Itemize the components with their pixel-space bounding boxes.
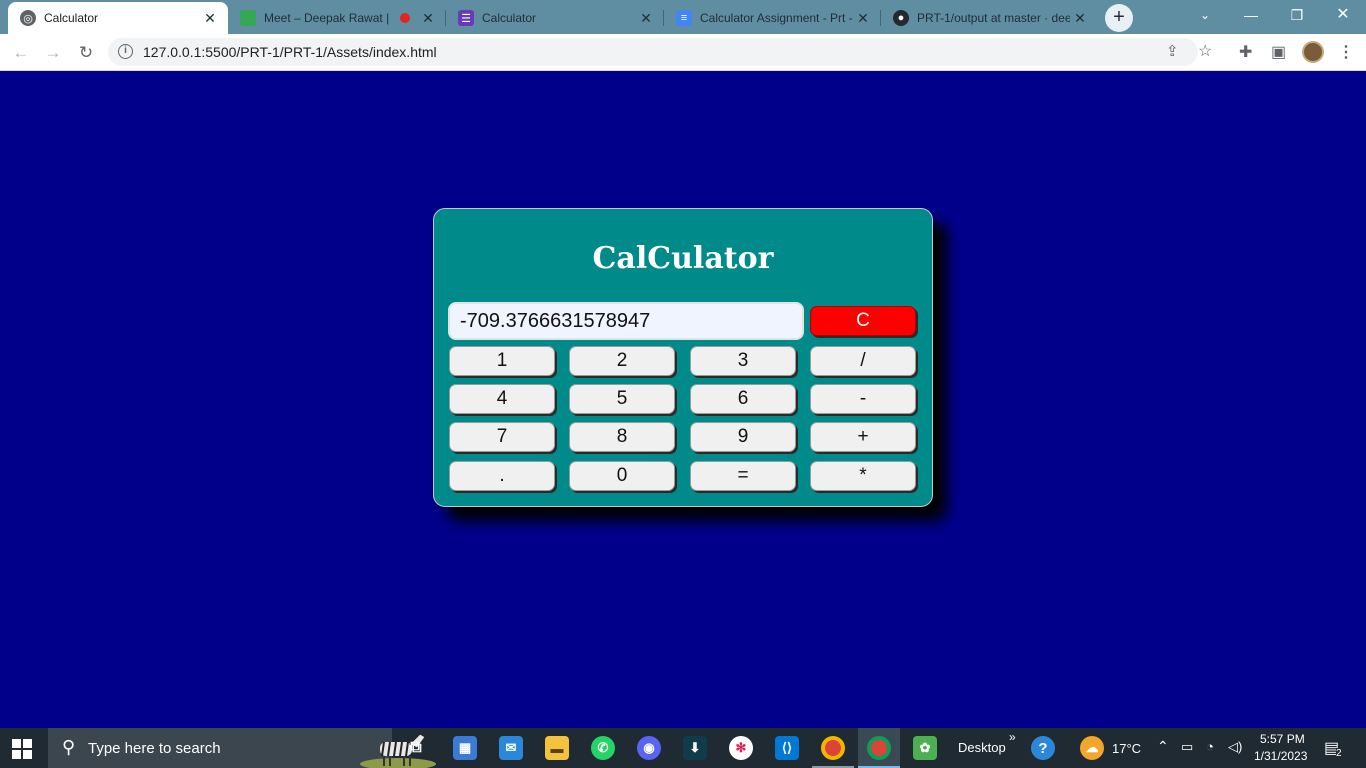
tab-meet[interactable]: Meet – Deepak Rawat | C ✕ [228,2,446,34]
whatsapp-icon[interactable]: ✆ [591,736,615,760]
slack-icon[interactable]: ✻ [729,736,753,760]
tab-close-icon[interactable]: ✕ [1070,10,1090,27]
key-6-button[interactable]: 6 [690,384,796,414]
tab-title: PRT-1/output at master · dee [917,11,1070,25]
clock-time[interactable]: 5:57 PM [1260,732,1305,746]
desktop-toolbar-label[interactable]: Desktop [958,740,1006,755]
battery-icon[interactable]: ▭ [1181,739,1193,755]
equals-button[interactable]: = [690,461,796,491]
tab-title: Calculator [482,11,537,25]
google-forms-icon: ☰ [458,10,474,26]
tab-github[interactable]: ● PRT-1/output at master · dee ✕ [881,2,1098,34]
tab-docs-assignment[interactable]: ≡ Calculator Assignment - Prt - ✕ [664,2,881,34]
key-3-button[interactable]: 3 [690,346,796,376]
chrome-profile-icon[interactable] [867,736,891,760]
subtract-button[interactable]: - [810,384,916,414]
recording-icon [400,13,410,23]
tab-close-icon[interactable]: ✕ [636,10,656,27]
profile-avatar[interactable] [1302,41,1324,63]
add-button[interactable]: + [810,422,916,452]
toolbar-overflow-icon[interactable]: » [1009,730,1016,744]
bookmark-star-icon[interactable]: ☆ [1198,41,1212,61]
calculator-title: CalCulator [592,241,774,276]
search-placeholder: Type here to search [88,740,221,757]
vscode-icon[interactable]: ⟨⟩ [775,736,799,760]
calculator-display[interactable]: -709.3766631578947 [448,302,804,340]
side-panel-icon[interactable]: ▣ [1271,42,1286,62]
github-icon: ● [893,10,909,26]
google-docs-icon: ≡ [676,10,692,26]
terminal-app-icon[interactable]: ⬇ [683,736,707,760]
tab-close-icon[interactable]: ✕ [418,10,438,27]
key-0-button[interactable]: 0 [569,461,675,491]
key-5-button[interactable]: 5 [569,384,675,414]
clear-button[interactable]: C [810,306,916,336]
address-bar[interactable]: i 127.0.0.1:5500/PRT-1/PRT-1/Assets/inde… [108,38,1212,66]
help-icon[interactable]: ? [1031,736,1055,760]
new-tab-button[interactable]: + [1105,4,1133,32]
wifi-icon[interactable]: ◔ [1206,739,1214,754]
forward-arrow-icon[interactable]: → [40,40,66,66]
tab-close-icon[interactable]: ✕ [853,10,873,27]
calculator-panel: CalCulator -709.3766631578947 C 1 2 3 / … [433,208,933,507]
clock-date[interactable]: 1/31/2023 [1254,749,1307,763]
globe-icon: ◎ [20,10,36,26]
decimal-button[interactable]: . [449,461,555,491]
windows-start-icon[interactable] [12,739,32,759]
file-explorer-icon[interactable]: ▬ [545,736,569,760]
microsoft-store-icon[interactable]: ▦ [453,736,477,760]
key-8-button[interactable]: 8 [569,422,675,452]
tab-title: Calculator [44,11,99,25]
extensions-puzzle-icon[interactable]: ✚ [1239,42,1252,62]
task-view-icon[interactable]: ⧉ [404,736,428,760]
close-window-icon[interactable]: ✕ [1320,0,1366,32]
windows-taskbar: ⚲ Type here to search ⧉ ▦ ✉ ▬ ✆ ◉ ⬇ ✻ ⟨⟩… [0,728,1366,768]
browser-tab-strip: ◎ Calculator ✕ Meet – Deepak Rawat | C ✕… [0,0,1366,34]
notification-count-badge: 2 [1336,748,1342,759]
discord-icon[interactable]: ◉ [637,736,661,760]
chrome-icon[interactable] [821,736,845,760]
menu-kebab-icon[interactable]: ⋮ [1338,42,1354,62]
browser-toolbar: ← → ↻ i 127.0.0.1:5500/PRT-1/PRT-1/Asset… [0,34,1366,71]
tab-close-icon[interactable]: ✕ [200,10,220,27]
key-1-button[interactable]: 1 [449,346,555,376]
weather-cloud-icon[interactable]: ☁ [1080,736,1104,760]
mail-icon[interactable]: ✉ [499,736,523,760]
tab-search-chevron-icon[interactable]: ⌄ [1182,0,1228,32]
key-4-button[interactable]: 4 [449,384,555,414]
tab-title: Calculator Assignment - Prt - [700,11,853,25]
google-meet-icon [240,10,256,26]
tab-forms-calculator[interactable]: ☰ Calculator ✕ [446,2,664,34]
restore-icon[interactable]: ❐ [1274,0,1320,32]
reload-icon[interactable]: ↻ [73,40,99,66]
show-hidden-icons-chevron-icon[interactable]: ⌃ [1157,738,1169,755]
minimize-icon[interactable]: — [1228,0,1274,32]
key-7-button[interactable]: 7 [449,422,555,452]
volume-icon[interactable]: ◁) [1228,739,1242,755]
url-text[interactable]: 127.0.0.1:5500/PRT-1/PRT-1/Assets/index.… [143,44,437,60]
tab-calculator-active[interactable]: ◎ Calculator ✕ [8,2,228,34]
divide-button[interactable]: / [810,346,916,376]
key-2-button[interactable]: 2 [569,346,675,376]
multiply-button[interactable]: * [810,461,916,491]
pinned-app-icon[interactable]: ✿ [913,736,937,760]
weather-temperature[interactable]: 17°C [1112,741,1141,756]
taskbar-search-box[interactable]: ⚲ Type here to search [48,728,436,768]
search-icon: ⚲ [62,737,76,757]
share-icon[interactable]: ⇪ [1166,42,1179,60]
back-arrow-icon[interactable]: ← [8,40,34,66]
site-info-icon[interactable]: i [118,44,133,59]
tab-title: Meet – Deepak Rawat | C [264,11,392,25]
key-9-button[interactable]: 9 [690,422,796,452]
